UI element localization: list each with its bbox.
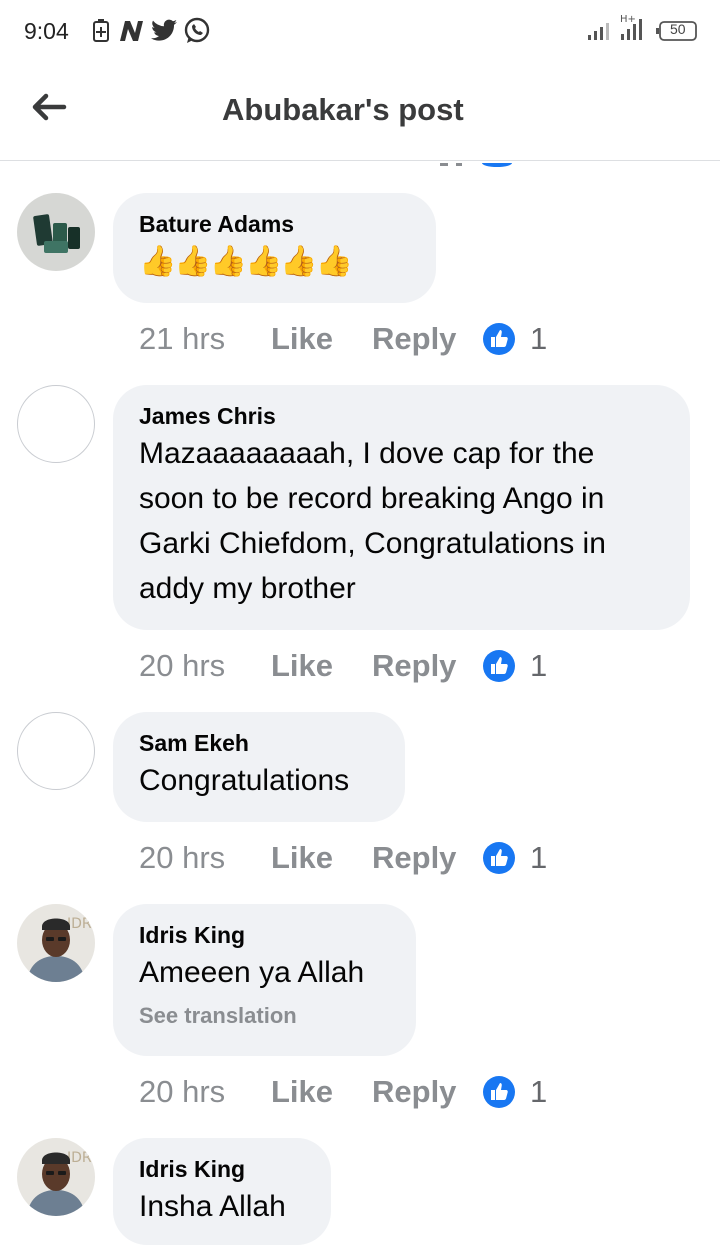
comment-bubble[interactable]: Idris King Insha Allah [113,1138,331,1245]
reaction-count[interactable]: 1 [530,648,547,684]
like-button[interactable]: Like [271,840,372,876]
svg-text:IDR: IDR [67,1150,92,1166]
comment-text: Ameeen ya Allah [139,956,365,989]
battery-saver-icon [92,18,110,44]
comment-text-line: addy my brother [139,572,356,605]
comment-text: Insha Allah [139,1190,286,1223]
signal-icon [588,18,610,44]
comment-time[interactable]: 20 hrs [139,1074,271,1110]
battery-level: 50 [670,21,686,37]
comment-text: Mazaaaaaaaah, I dove cap for the soon to… [139,431,664,611]
like-reaction-icon[interactable] [482,649,516,683]
comment-text-line: Garki Chiefdom, Congratulations in [139,527,606,560]
avatar[interactable] [17,385,95,463]
comment-text-line: Mazaaaaaaaah, I dove cap for the [139,437,595,470]
see-translation-link[interactable]: See translation [139,1003,390,1029]
like-reaction-icon[interactable] [482,1075,516,1109]
comment-time[interactable]: 20 hrs [139,840,271,876]
comment-actions: 20 hrs Like Reply 1 [139,838,547,878]
reply-button[interactable]: Reply [372,840,482,876]
comment-author[interactable]: James Chris [139,401,664,431]
like-reaction-icon[interactable] [482,322,516,356]
comment-bubble[interactable]: Sam Ekeh Congratulations [113,712,405,822]
page-title: Abubakar's post [222,92,464,127]
comment-author[interactable]: Idris King [139,920,390,950]
like-reaction-icon[interactable] [482,841,516,875]
status-time: 9:04 [24,18,69,44]
avatar[interactable]: IDR [17,1138,95,1216]
signal-4g-icon: H+ [619,14,649,40]
avatar[interactable]: IDR [17,904,95,982]
whatsapp-icon [182,17,212,44]
back-arrow-icon [32,93,67,121]
like-button[interactable]: Like [271,1074,372,1110]
comment-time[interactable]: 20 hrs [139,648,271,684]
status-bar: 9:04 H+ 50 [0,0,720,64]
svg-text:IDR: IDR [67,916,92,932]
comment-bubble[interactable]: Idris King Ameeen ya Allah See translati… [113,904,416,1056]
comment-bubble[interactable]: Bature Adams 👍👍👍👍👍👍 [113,193,436,303]
comment-actions: 20 hrs Like Reply 1 [139,1072,547,1112]
news-app-icon [118,18,148,44]
comment-text-line: soon to be record breaking Ango in [139,482,605,515]
top-bar: Abubakar's post [0,64,720,161]
reaction-count[interactable]: 1 [530,321,547,357]
twitter-icon [150,18,178,44]
svg-text:H+: H+ [620,14,636,25]
comment-author[interactable]: Sam Ekeh [139,728,379,758]
comment-time[interactable]: 21 hrs [139,321,271,357]
avatar[interactable] [17,712,95,790]
reply-button[interactable]: Reply [372,648,482,684]
comment-bubble[interactable]: James Chris Mazaaaaaaaah, I dove cap for… [113,385,690,630]
reaction-count[interactable]: 1 [530,1074,547,1110]
comment-author[interactable]: Bature Adams [139,209,410,239]
reply-button[interactable]: Reply [372,1074,482,1110]
avatar[interactable] [17,193,95,271]
comment-actions: 20 hrs Like Reply 1 [139,646,547,686]
like-button[interactable]: Like [271,648,372,684]
reply-button[interactable]: Reply [372,321,482,357]
reaction-count[interactable]: 1 [530,840,547,876]
comment-text: Congratulations [139,764,350,797]
comment-author[interactable]: Idris King [139,1154,305,1184]
like-button[interactable]: Like [271,321,372,357]
back-button[interactable] [26,86,70,130]
comment-emoji: 👍👍👍👍👍👍 [139,245,353,278]
previous-comment-remnant [0,160,720,170]
comment-actions: 21 hrs Like Reply 1 [139,319,547,359]
